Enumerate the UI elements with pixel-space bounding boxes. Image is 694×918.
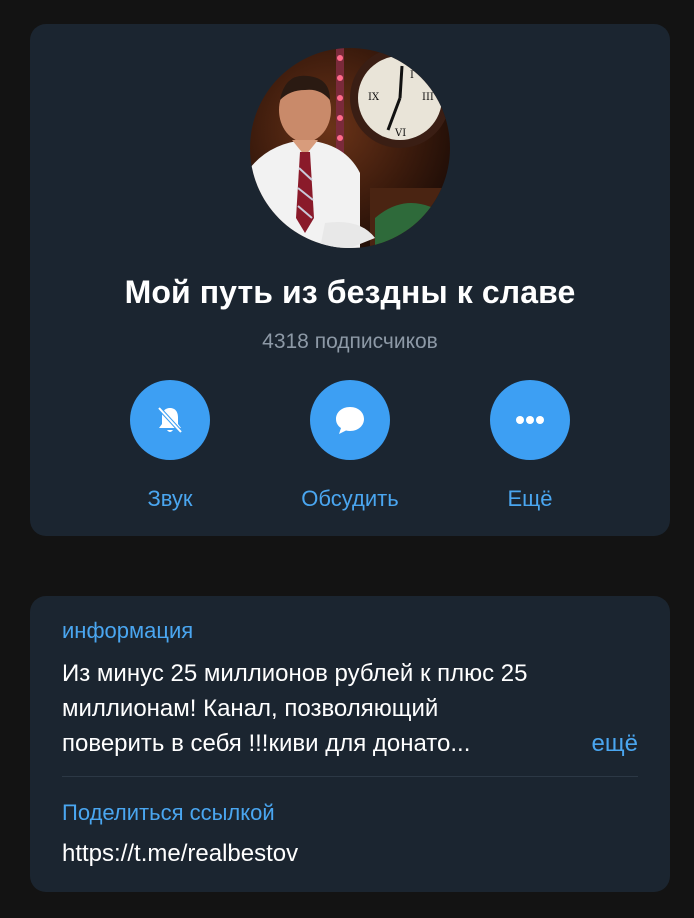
share-link[interactable]: https://t.me/realbestov (62, 840, 298, 868)
more-dots-icon (516, 416, 544, 424)
sound-button-circle[interactable] (130, 380, 210, 460)
discuss-button[interactable]: Обсудить (260, 380, 440, 512)
svg-text:I: I (410, 70, 414, 81)
sound-button[interactable]: Звук (80, 380, 260, 512)
more-button[interactable]: Ещё (440, 380, 620, 512)
svg-text:VI: VI (394, 128, 406, 139)
channel-title: Мой путь из бездны к славе (124, 274, 576, 310)
discuss-button-circle[interactable] (310, 380, 390, 460)
more-button-circle[interactable] (490, 380, 570, 460)
discuss-button-label: Обсудить (301, 486, 399, 511)
chat-bubble-icon (336, 407, 364, 434)
bell-muted-icon (157, 406, 183, 434)
channel-avatar[interactable]: I III IX VI (250, 48, 450, 248)
share-link-label: Поделиться ссылкой (62, 800, 275, 825)
description-line: Из минус 25 миллионов рублей к плюс 25 (62, 660, 528, 687)
svg-text:III: III (422, 92, 434, 103)
description-line: миллионам! Канал, позволяющий (62, 695, 439, 722)
info-card: информация Из минус 25 миллионов рублей … (30, 596, 670, 892)
info-section-label: информация (62, 618, 194, 643)
sound-button-label: Звук (147, 486, 193, 511)
more-button-label: Ещё (507, 486, 553, 511)
avatar-photo: I III IX VI (250, 48, 450, 248)
channel-profile-page: I III IX VI Мой путь из бездны к славе 4… (0, 0, 694, 918)
channel-description[interactable]: Из минус 25 миллионов рублей к плюс 25 м… (62, 656, 638, 761)
divider (62, 776, 638, 777)
description-more-link[interactable]: ещё (592, 726, 638, 761)
svg-text:IX: IX (368, 92, 380, 103)
profile-card: I III IX VI Мой путь из бездны к славе 4… (30, 24, 670, 536)
subscriber-count: 4318 подписчиков (262, 330, 438, 353)
description-line: поверить в себя !!!киви для донато... (62, 730, 471, 757)
